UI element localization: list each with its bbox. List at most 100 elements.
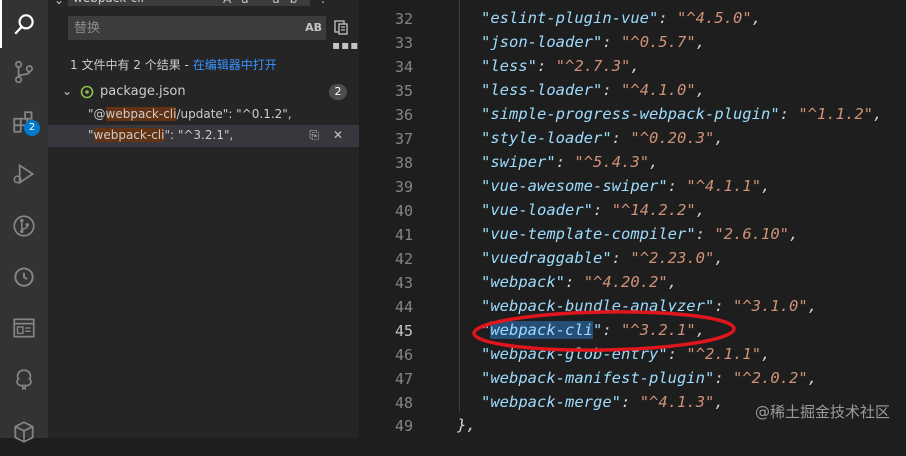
result-file-row[interactable]: ⌄ package.json 2 xyxy=(48,81,359,103)
code-line: "eslint-plugin-vue": "^4.5.0", xyxy=(481,9,762,27)
json-key: eslint-plugin-vue xyxy=(490,9,649,27)
json-value: ^0.5.7 xyxy=(630,33,687,51)
code-line: "vue-awesome-swiper": "^4.1.1", xyxy=(481,177,771,195)
watermark: @稀土掘金技术社区 xyxy=(754,403,890,421)
json-value: ^2.7.3 xyxy=(565,57,622,75)
json-value: ^4.1.0 xyxy=(630,81,687,99)
json-value: ^4.5.0 xyxy=(686,9,743,27)
json-key: swiper xyxy=(490,153,547,171)
result-summary-text: 1 文件中有 2 个结果 - xyxy=(70,58,193,72)
browser-preview-icon[interactable] xyxy=(0,304,48,352)
search-sidebar: ⌄ webpack-cli Aa ab .* AB ▪▪▪ 1 文件中有 2 个… xyxy=(48,0,359,438)
json-key: vue-awesome-swiper xyxy=(490,177,659,195)
tree-icon[interactable] xyxy=(0,356,48,404)
code-line: "swiper": "^5.4.3", xyxy=(481,153,659,171)
match-item[interactable]: "@webpack-cli/update": "^0.1.2", xyxy=(48,104,359,126)
json-key: less-loader xyxy=(490,81,593,99)
search-icon[interactable] xyxy=(0,0,48,48)
code-line: "vue-template-compiler": "2.6.10", xyxy=(481,225,799,243)
json-key: webpack-merge xyxy=(490,393,612,411)
match-suffix: /update": "^0.1.2", xyxy=(176,107,292,121)
code-line: "json-loader": "^0.5.7", xyxy=(481,33,706,51)
match-prefix: "@ xyxy=(88,107,106,121)
replace-all-icon[interactable] xyxy=(332,19,350,37)
json-value: ^5.4.3 xyxy=(583,153,640,171)
toggle-replace-chevron-icon[interactable]: ⌄ xyxy=(54,0,64,7)
line-number: 45 xyxy=(394,322,413,340)
source-control-icon[interactable] xyxy=(0,48,48,96)
json-value: ^4.1.1 xyxy=(695,177,752,195)
match-highlight: webpack-cli xyxy=(93,128,165,142)
replace-icon[interactable]: ⎘ xyxy=(309,128,319,142)
match-highlight: webpack-cli xyxy=(105,107,177,121)
closing-brace: }, xyxy=(457,416,476,434)
extensions-icon[interactable]: 2 xyxy=(0,98,48,146)
code-line: "less": "^2.7.3", xyxy=(481,57,640,75)
json-value: ^3.1.0 xyxy=(742,297,799,315)
json-key: webpack xyxy=(490,273,556,291)
line-number: 33 xyxy=(394,34,413,52)
line-number: 36 xyxy=(394,106,413,124)
line-number: 47 xyxy=(394,370,413,388)
close-icon[interactable]: ✕ xyxy=(333,128,343,142)
json-key: less xyxy=(490,57,528,75)
code-line: "style-loader": "^0.20.3", xyxy=(481,129,724,147)
match-item[interactable]: "webpack-cli": "^3.2.1", ⎘ ✕ xyxy=(48,125,359,147)
json-key: json-loader xyxy=(490,33,593,51)
code-line: "webpack-manifest-plugin": "^2.0.2", xyxy=(481,369,818,387)
json-key: vue-template-compiler xyxy=(490,225,687,243)
line-number: 32 xyxy=(394,10,413,28)
line-number: 34 xyxy=(394,58,413,76)
annotation-ellipse xyxy=(472,310,736,352)
line-number: 37 xyxy=(394,130,413,148)
code-line: "simple-progress-webpack-plugin": "^1.1.… xyxy=(481,105,883,123)
file-name: package.json xyxy=(100,84,186,99)
preserve-case-button[interactable]: AB xyxy=(305,21,322,34)
json-value: ^4.1.3 xyxy=(649,393,706,411)
replace-field[interactable]: AB xyxy=(68,16,326,40)
line-number: 46 xyxy=(394,346,413,364)
json-value: 2.6.10 xyxy=(723,225,780,243)
indent-guide xyxy=(459,0,460,412)
json-key: vuedraggable xyxy=(490,249,603,267)
line-number: 42 xyxy=(394,250,413,268)
timeline-icon[interactable] xyxy=(0,252,48,300)
code-line: "webpack-merge": "^4.1.3", xyxy=(481,393,724,411)
line-number: 41 xyxy=(394,226,413,244)
json-value: ^1.1.2 xyxy=(807,105,864,123)
line-number: 38 xyxy=(394,154,413,172)
code-editor[interactable]: 32 33 34 35 36 37 38 39 40 41 42 43 44 45 46 47 48 "esli… xyxy=(359,0,906,438)
match-suffix: ": "^3.2.1", xyxy=(164,128,234,142)
more-options-icon[interactable]: ▪▪▪ xyxy=(332,38,359,52)
line-number: 39 xyxy=(394,178,413,196)
search-options-icons[interactable]: Aa ab .* xyxy=(223,0,351,6)
run-debug-icon[interactable] xyxy=(0,150,48,198)
line-number: 43 xyxy=(394,274,413,292)
code-line: "webpack": "^4.20.2", xyxy=(481,273,678,291)
replace-input[interactable] xyxy=(74,16,294,40)
line-number-gutter: 32 33 34 35 36 37 38 39 40 41 42 43 44 45 46 47 48 xyxy=(359,0,433,438)
match-prefix: " xyxy=(88,128,94,142)
result-summary: 1 文件中有 2 个结果 - 在编辑器中打开 xyxy=(70,56,277,73)
line-number: 44 xyxy=(394,298,413,316)
code-line: "vue-loader": "^14.2.2", xyxy=(481,201,706,219)
activity-bar: 2 xyxy=(0,0,48,443)
json-file-icon xyxy=(80,85,94,99)
match-text: "@webpack-cli/update": "^0.1.2", xyxy=(88,107,292,121)
match-count-badge: 2 xyxy=(329,84,347,100)
search-row: ⌄ webpack-cli Aa ab .* xyxy=(48,0,359,12)
line-number: 48 xyxy=(394,394,413,412)
chevron-down-icon[interactable]: ⌄ xyxy=(62,84,72,98)
json-value: ^14.2.2 xyxy=(621,201,687,219)
line-number: 40 xyxy=(394,202,413,220)
git-graph-icon[interactable] xyxy=(0,202,48,250)
open-in-editor-link[interactable]: 在编辑器中打开 xyxy=(193,58,277,72)
match-actions: ⎘ ✕ xyxy=(295,128,343,143)
match-text: "webpack-cli": "^3.2.1", xyxy=(88,128,233,142)
json-key: simple-progress-webpack-plugin xyxy=(490,105,771,123)
code-line: "less-loader": "^4.1.0", xyxy=(481,81,706,99)
line-number: 35 xyxy=(394,82,413,100)
json-value: ^2.23.0 xyxy=(639,249,706,267)
json-key: style-loader xyxy=(490,129,603,147)
package-icon[interactable] xyxy=(0,408,48,456)
